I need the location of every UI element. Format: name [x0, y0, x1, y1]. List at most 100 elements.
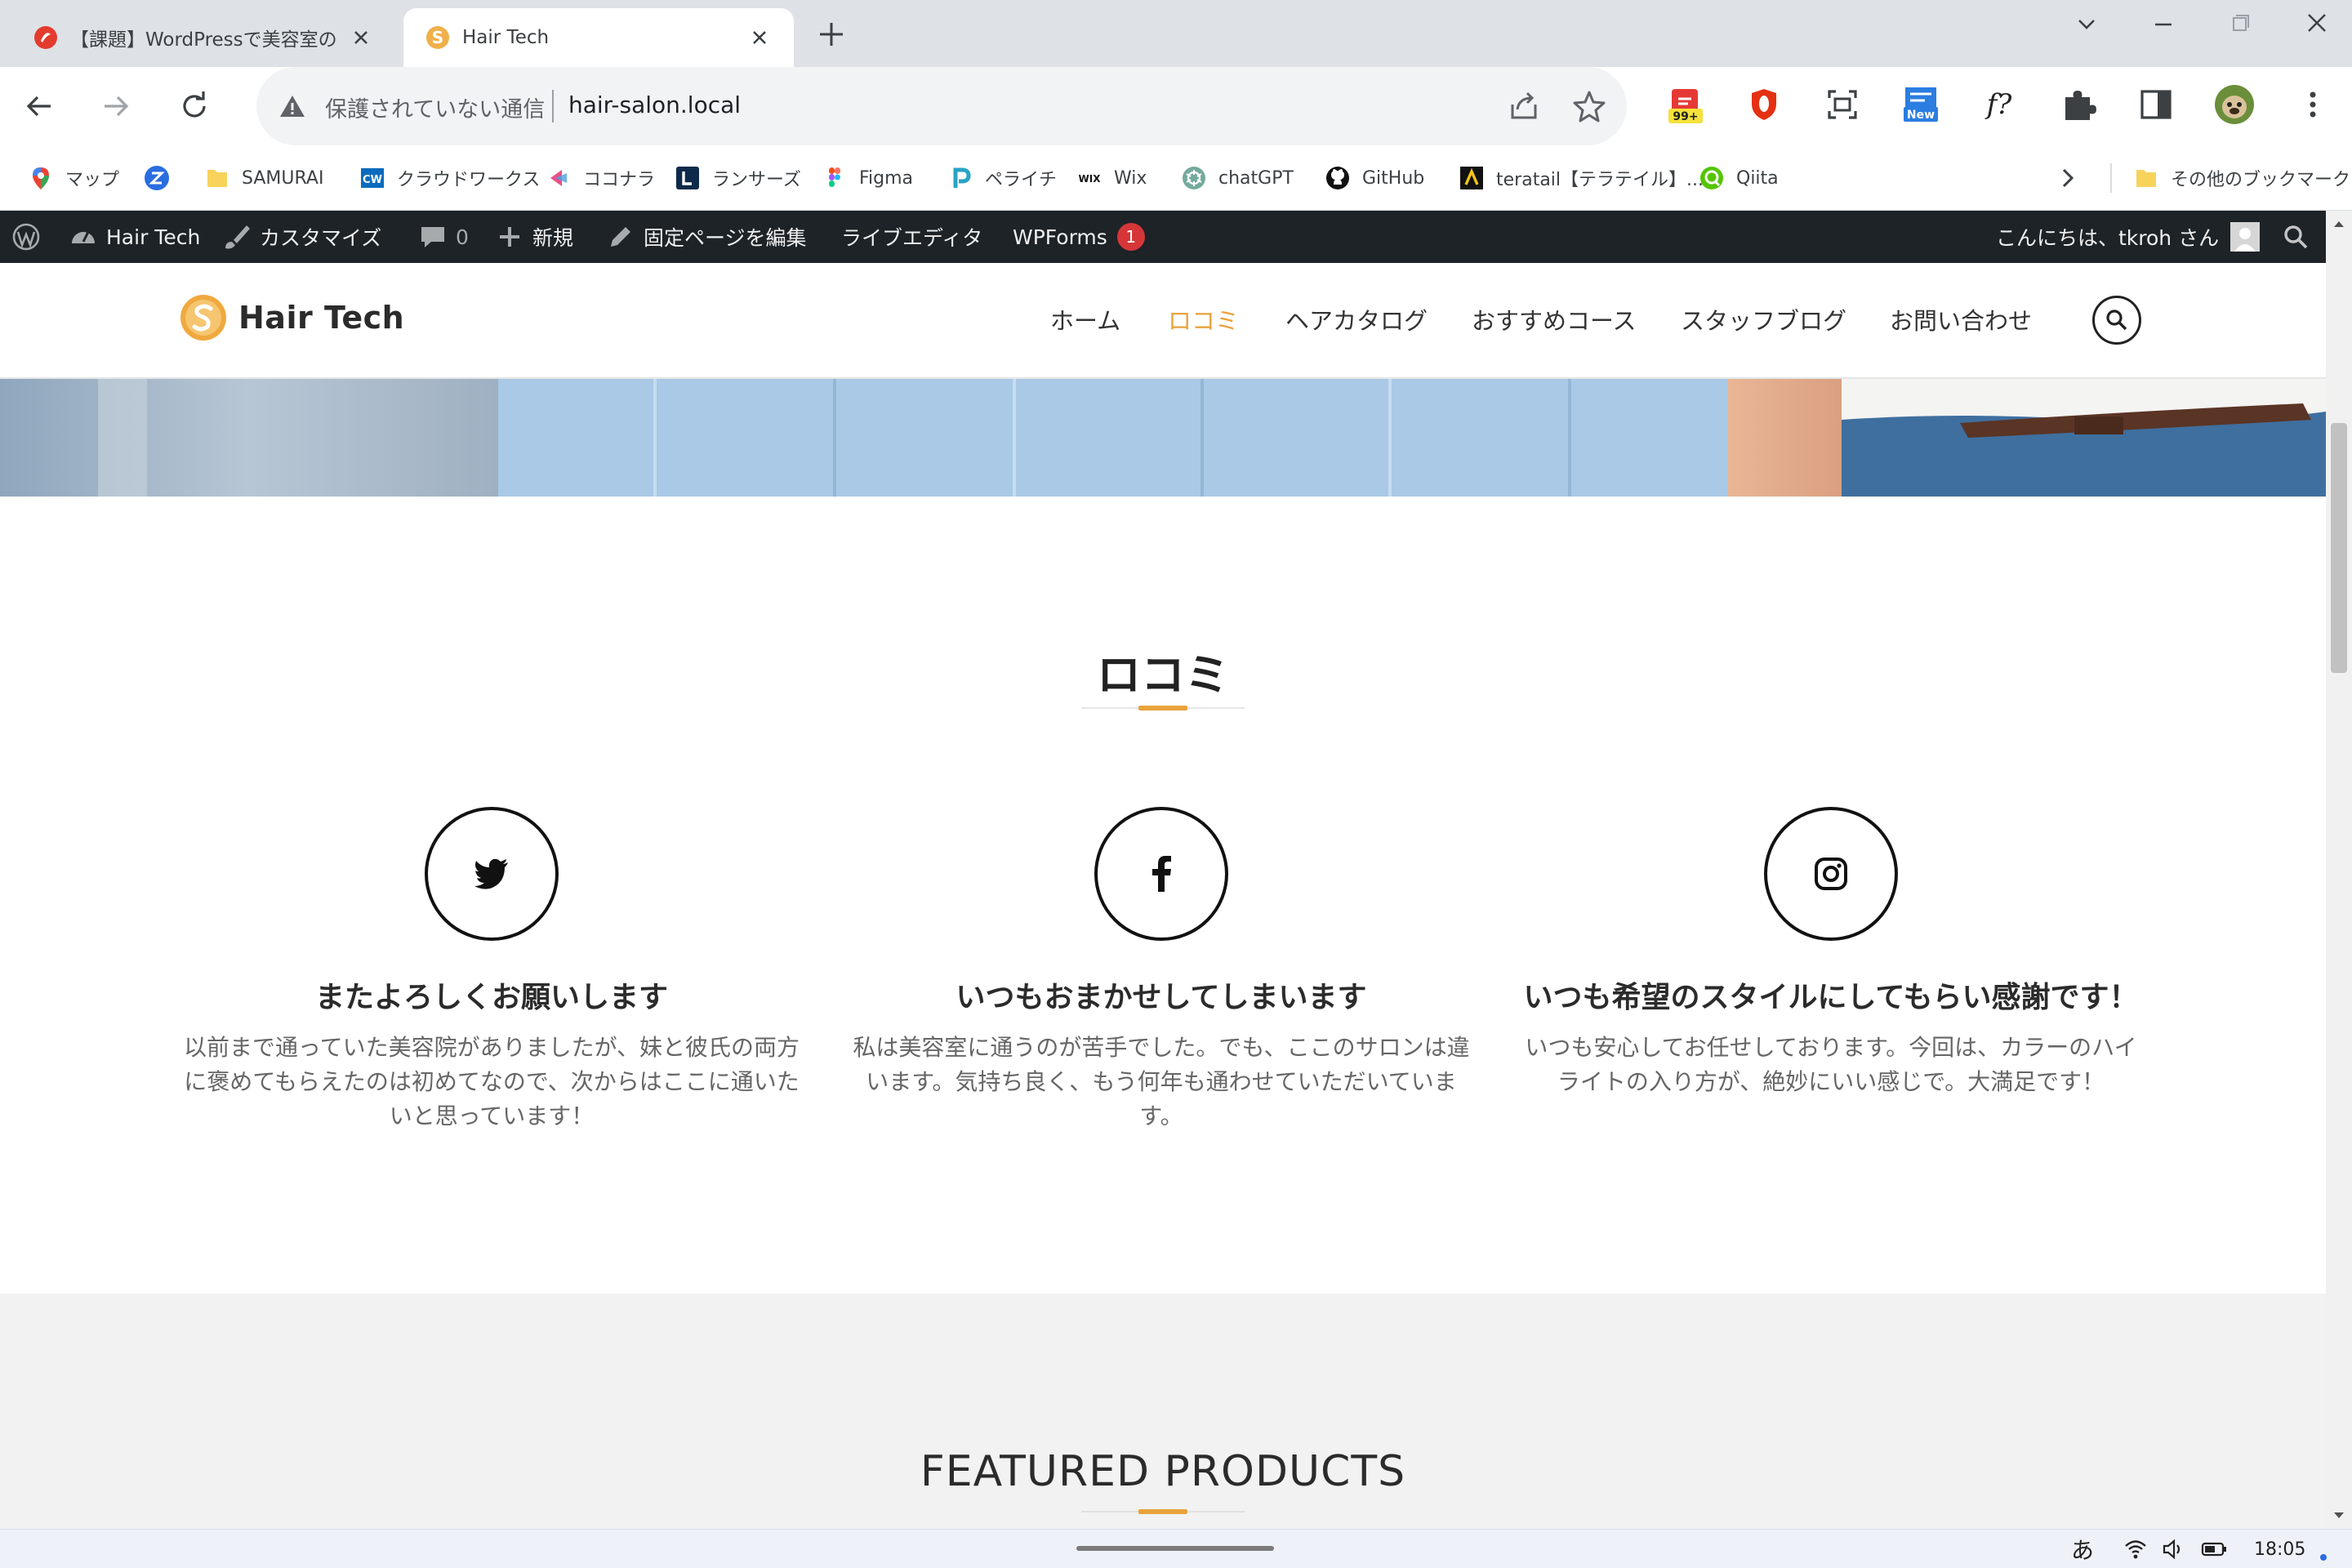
- bookmark-chatgpt[interactable]: chatGPT: [1181, 160, 1294, 196]
- arrow-left-icon: [26, 96, 51, 117]
- bookmark-wix[interactable]: WIX Wix: [1076, 160, 1147, 196]
- bookmark-github[interactable]: GitHub: [1325, 160, 1424, 196]
- bookmark-crowdworks[interactable]: CW クラウドワークス: [359, 160, 540, 196]
- title-accent-bar: [1138, 706, 1187, 710]
- pencil-icon: [611, 227, 630, 247]
- title-accent-bar: [1138, 1509, 1187, 1514]
- nav-home[interactable]: ホーム: [1050, 302, 1120, 336]
- close-icon[interactable]: [348, 24, 374, 51]
- extension-notifier[interactable]: 99+: [1663, 82, 1708, 127]
- wix-icon: WIX: [1079, 173, 1102, 185]
- taskbar-home-indicator[interactable]: [1076, 1546, 1274, 1551]
- review-card: いつもおまかせしてしまいます 私は美容室に通うのが苦手でした。でも、ここのサロン…: [843, 807, 1480, 1134]
- instagram-link[interactable]: [1764, 807, 1898, 941]
- nav-reviews[interactable]: ロコミ: [1168, 302, 1239, 336]
- search-button[interactable]: [2092, 296, 2141, 345]
- featured-products-title: FEATURED PRODUCTS: [920, 1447, 1406, 1496]
- site-logo[interactable]: Hair Tech: [180, 294, 404, 341]
- bookmark-other[interactable]: その他のブックマーク: [2133, 160, 2350, 196]
- edit-page-link[interactable]: 固定ページを編集: [606, 211, 807, 263]
- wpforms-menu[interactable]: WPForms 1: [1013, 211, 1145, 263]
- omnibox[interactable]: 保護されていない通信 hair-salon.local: [256, 67, 1627, 145]
- comments-link[interactable]: 0: [418, 211, 469, 263]
- notification-extension-icon: 99+: [1668, 89, 1703, 123]
- tab-search-chevron-icon[interactable]: [2066, 8, 2107, 41]
- review-title: またよろしくお願いします: [314, 981, 668, 1014]
- plus-icon: [500, 227, 519, 247]
- side-panel-icon: [2140, 90, 2172, 119]
- my-account-menu[interactable]: こんにちは、tkroh さん: [1996, 211, 2261, 263]
- avatar: [2215, 85, 2254, 124]
- bookmark-lancers[interactable]: ランサーズ: [675, 160, 801, 196]
- warning-icon[interactable]: [278, 91, 307, 121]
- new-content-menu[interactable]: 新規: [495, 211, 573, 263]
- facebook-icon: [1152, 856, 1171, 892]
- ime-indicator[interactable]: あ: [2071, 1536, 2094, 1564]
- restore-button[interactable]: [2220, 8, 2261, 41]
- notification-dot-icon[interactable]: [2319, 1544, 2328, 1568]
- new-tab-button[interactable]: [815, 18, 848, 51]
- bookmark-samurai[interactable]: SAMURAI: [204, 160, 323, 196]
- nav-recommended-courses[interactable]: おすすめコース: [1472, 302, 1637, 336]
- bookmark-qiita[interactable]: Qiita: [1699, 160, 1779, 196]
- featured-products-section: FEATURED PRODUCTS: [0, 1294, 2326, 1529]
- battery-icon[interactable]: [2200, 1536, 2228, 1562]
- bookmark-coconala[interactable]: ココナラ: [546, 160, 655, 196]
- chrome-menu-button[interactable]: [2290, 82, 2336, 127]
- omnibox-divider: [552, 90, 554, 122]
- review-title: いつもおまかせしてしまいます: [956, 981, 1367, 1014]
- scroll-up-arrow-icon[interactable]: [2332, 219, 2345, 229]
- extension-screenshot[interactable]: [1820, 82, 1865, 127]
- extension-opera[interactable]: [1741, 82, 1787, 127]
- formula-icon: f?: [1986, 88, 2012, 121]
- reload-button[interactable]: [172, 83, 217, 129]
- nav-staff-blog[interactable]: スタッフブログ: [1681, 302, 1846, 336]
- facebook-link[interactable]: [1094, 807, 1228, 941]
- nav-hair-catalog[interactable]: ヘアカタログ: [1285, 302, 1428, 336]
- bookmark-figma[interactable]: Figma: [822, 160, 913, 196]
- search-icon: [2284, 225, 2308, 249]
- page-scrollbar[interactable]: [2326, 211, 2352, 1529]
- scroll-down-arrow-icon[interactable]: [2332, 1511, 2345, 1521]
- chevron-right-icon[interactable]: [2055, 165, 2081, 191]
- clock-time[interactable]: 18:05: [2254, 1536, 2305, 1562]
- url-text[interactable]: hair-salon.local: [568, 91, 741, 118]
- share-icon[interactable]: [1506, 88, 1542, 124]
- minimize-button[interactable]: [2143, 8, 2184, 41]
- nav-contact[interactable]: お問い合わせ: [1890, 302, 2032, 336]
- site-name-menu[interactable]: Hair Tech: [69, 211, 200, 263]
- tab-hair-tech[interactable]: S Hair Tech: [403, 8, 794, 67]
- live-editor-link[interactable]: ライブエディタ: [841, 211, 982, 263]
- wifi-icon[interactable]: [2123, 1536, 2148, 1562]
- bookmark-peraichi[interactable]: ペライチ: [947, 160, 1057, 196]
- back-button[interactable]: [16, 83, 62, 129]
- samurai-icon: [34, 26, 57, 49]
- chatgpt-icon: [1183, 167, 1205, 189]
- extension-new[interactable]: New: [1898, 82, 1944, 127]
- side-panel-button[interactable]: [2133, 82, 2179, 127]
- close-window-button[interactable]: [2296, 8, 2337, 41]
- arrow-right-icon: [105, 96, 129, 117]
- star-icon[interactable]: [1571, 88, 1607, 124]
- volume-icon[interactable]: [2161, 1536, 2185, 1562]
- github-icon: [1326, 167, 1349, 189]
- red-shield-icon: [1752, 89, 1776, 120]
- bookmark-teratail[interactable]: teratail【テラテイル】...: [1459, 160, 1704, 196]
- extensions-button[interactable]: [2055, 82, 2100, 127]
- security-status-text[interactable]: 保護されていない通信: [325, 91, 545, 123]
- wp-logo-menu[interactable]: [11, 211, 49, 263]
- tab-samurai-assignment[interactable]: 【課題】WordPressで美容室のサイ: [11, 8, 395, 67]
- forward-button[interactable]: [93, 83, 139, 129]
- scrollbar-thumb[interactable]: [2331, 423, 2347, 673]
- close-icon[interactable]: [746, 24, 773, 51]
- bookmark-z[interactable]: [144, 160, 181, 196]
- extension-formula[interactable]: f?: [1976, 82, 2022, 127]
- tab-title: 【課題】WordPressで美容室のサイ: [70, 29, 338, 51]
- profile-button[interactable]: [2212, 82, 2257, 127]
- customize-link[interactable]: カスタマイズ: [222, 211, 381, 263]
- bookmark-maps[interactable]: マップ: [28, 160, 119, 196]
- crowdworks-icon: CW: [361, 168, 384, 188]
- admin-search[interactable]: [2282, 211, 2310, 263]
- capture-frame-icon: [1828, 90, 1857, 119]
- twitter-link[interactable]: [425, 807, 559, 941]
